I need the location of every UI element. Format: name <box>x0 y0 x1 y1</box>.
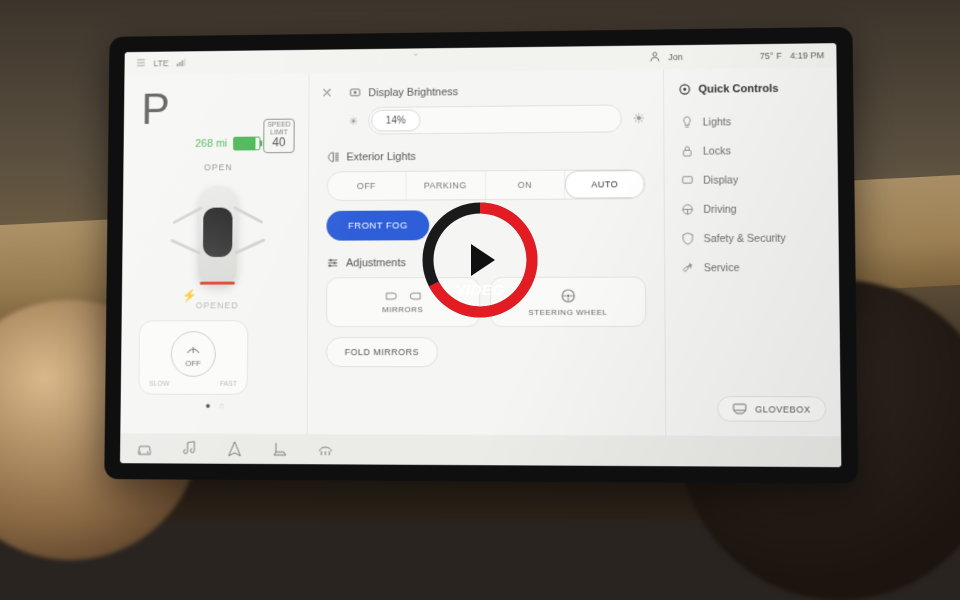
charge-bolt-icon: ⚡ <box>182 289 197 303</box>
main-area: P 268 mi SPEED LIMIT 40 OPEN <box>120 67 841 436</box>
brightness-slider[interactable]: 14% <box>368 104 622 134</box>
dock-car-icon[interactable] <box>136 439 154 457</box>
exterior-lights-segment[interactable]: OFF PARKING ON AUTO <box>327 169 646 201</box>
menu-icon[interactable] <box>136 58 146 70</box>
mirrors-card[interactable]: MIRRORS <box>326 277 480 327</box>
glovebox-label: GLOVEBOX <box>755 404 811 414</box>
qc-display[interactable]: Display <box>679 165 824 195</box>
wiper-fast-label: FAST <box>220 381 237 388</box>
door-rear-right[interactable] <box>234 238 266 254</box>
range-value: 268 mi <box>195 138 227 150</box>
qc-display-label: Display <box>703 174 738 186</box>
touchscreen: LTE Jon 75° F 4:19 PM P 268 mi SPEED LIM… <box>120 43 841 467</box>
qc-service[interactable]: Service <box>679 253 824 283</box>
left-panel: P 268 mi SPEED LIMIT 40 OPEN <box>120 73 308 434</box>
user-icon[interactable] <box>650 51 660 63</box>
opened-label: OPENED <box>139 300 295 310</box>
temperature: 75° F <box>760 51 782 61</box>
page-dots[interactable]: ● ○ <box>138 401 295 411</box>
brightness-section: Display Brightness ☀ 14% ☀ <box>349 83 646 134</box>
speed-limit-sign: SPEED LIMIT 40 <box>263 119 294 153</box>
ext-auto[interactable]: AUTO <box>565 170 644 199</box>
headlight-icon <box>327 151 340 164</box>
brightness-slider-row: ☀ 14% ☀ <box>349 104 646 135</box>
glovebox-button: GLOVEBOX <box>717 396 826 422</box>
shield-icon <box>681 232 694 245</box>
qc-driving-label: Driving <box>703 203 736 215</box>
adjustments-title: Adjustments <box>346 257 406 269</box>
front-fog-button[interactable]: FRONT FOG <box>326 210 429 240</box>
sun-dim-icon: ☀ <box>349 115 359 128</box>
mirrors-label: MIRRORS <box>382 305 423 314</box>
wiper-scale: SLOW FAST <box>147 381 239 388</box>
qc-locks-label: Locks <box>703 145 731 157</box>
tablet-bezel: LTE Jon 75° F 4:19 PM P 268 mi SPEED LIM… <box>104 27 858 484</box>
quick-controls-panel: Quick Controls Lights Locks Display Driv… <box>664 67 841 436</box>
lock-icon <box>681 145 694 158</box>
brightness-header: Display Brightness <box>349 83 645 99</box>
qc-lights[interactable]: Lights <box>678 106 823 136</box>
steering-label: STEERING WHEEL <box>528 307 607 316</box>
brightness-title: Display Brightness <box>368 86 458 99</box>
car-roof <box>203 208 233 257</box>
qc-locks[interactable]: Locks <box>679 136 824 166</box>
steering-wheel-icon <box>560 287 576 303</box>
door-rear-left[interactable] <box>170 239 201 255</box>
wiper-icon <box>185 341 201 357</box>
dock-defrost-icon[interactable] <box>316 440 334 458</box>
speed-limit-label: SPEED LIMIT <box>264 122 293 137</box>
mirror-left-icon <box>384 291 398 301</box>
qc-service-label: Service <box>704 262 740 274</box>
sliders-icon <box>326 256 339 269</box>
quick-controls-header: Quick Controls <box>678 81 822 96</box>
close-button[interactable]: ✕ <box>321 85 333 102</box>
brightness-icon <box>349 86 362 99</box>
wiper-card: OFF SLOW FAST <box>138 320 248 395</box>
brightness-value: 14% <box>371 109 420 131</box>
fold-mirrors-button[interactable]: FOLD MIRRORS <box>326 337 438 367</box>
qc-lights-label: Lights <box>703 116 732 128</box>
mirror-right-icon <box>408 291 422 301</box>
door-front-right[interactable] <box>233 206 264 224</box>
battery-icon <box>233 137 260 151</box>
driving-icon <box>681 203 694 216</box>
clock: 4:19 PM <box>790 50 824 60</box>
qc-safety-label: Safety & Security <box>704 232 786 244</box>
signal-icon <box>176 57 186 69</box>
user-name[interactable]: Jon <box>668 52 683 62</box>
car-taillight <box>200 282 235 285</box>
wrench-icon <box>681 261 694 274</box>
qc-safety[interactable]: Safety & Security <box>679 223 824 253</box>
wiper-slow-label: SLOW <box>149 381 169 388</box>
speed-limit-value: 40 <box>264 137 293 150</box>
lightbulb-icon <box>680 116 693 129</box>
bottom-dock <box>120 433 841 467</box>
exterior-lights-title: Exterior Lights <box>346 150 415 162</box>
wiper-off-label: OFF <box>185 358 201 367</box>
dock-music-icon[interactable] <box>181 440 199 458</box>
ext-parking[interactable]: PARKING <box>406 171 485 199</box>
dock-seat-icon[interactable] <box>271 440 289 458</box>
quick-controls-title: Quick Controls <box>698 82 778 95</box>
ext-on[interactable]: ON <box>485 171 565 199</box>
exterior-lights-header: Exterior Lights <box>327 148 646 163</box>
sun-bright-icon: ☀ <box>632 110 645 127</box>
settings-panel: ✕ Display Brightness ☀ 14% ☀ <box>307 69 667 435</box>
car-diagram[interactable]: ⚡ <box>168 178 266 297</box>
qc-driving[interactable]: Driving <box>679 194 824 224</box>
adjustments-section: Adjustments MIRRORS STEERING WHE <box>326 255 647 367</box>
exterior-lights-section: Exterior Lights OFF PARKING ON AUTO FRON… <box>326 148 645 241</box>
lte-indicator: LTE <box>153 58 168 68</box>
glovebox-icon <box>732 403 746 414</box>
open-label: OPEN <box>141 162 297 173</box>
dock-nav-icon[interactable] <box>226 440 244 458</box>
wiper-button[interactable]: OFF <box>171 331 216 377</box>
display-icon <box>681 174 694 187</box>
ext-off[interactable]: OFF <box>328 172 407 200</box>
tesla-logo-icon <box>411 53 421 67</box>
adjustments-header: Adjustments <box>326 255 646 269</box>
steering-card[interactable]: STEERING WHEEL <box>490 277 646 328</box>
quick-controls-icon <box>678 83 691 96</box>
